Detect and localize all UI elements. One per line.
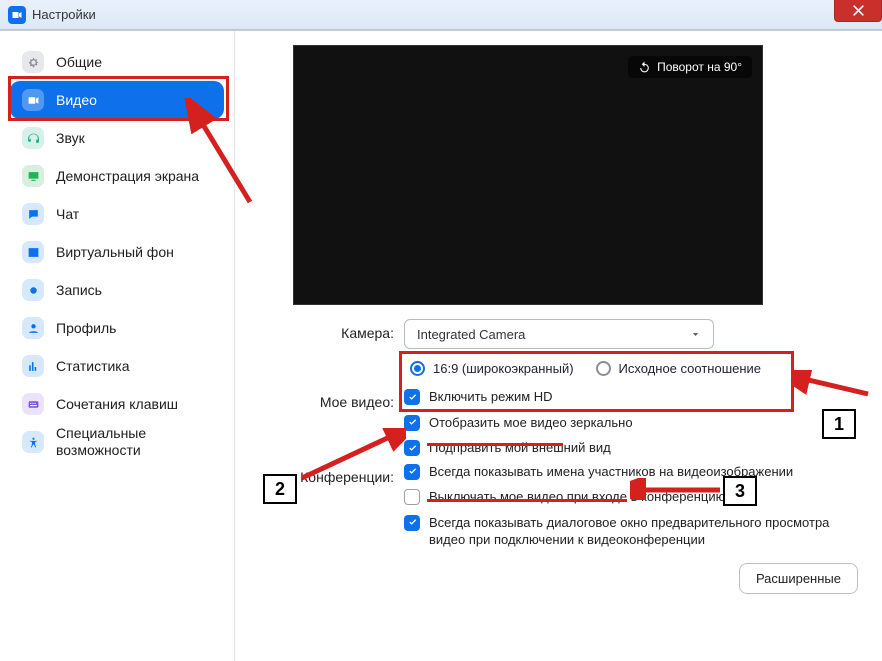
checkbox-icon: [404, 415, 420, 431]
close-button[interactable]: [834, 0, 882, 22]
sidebar-item-background[interactable]: Виртуальный фон: [10, 233, 224, 271]
background-icon: [22, 241, 44, 263]
rotate-button[interactable]: Поворот на 90°: [628, 56, 752, 78]
app-icon: [8, 6, 26, 24]
radio-16-9[interactable]: 16:9 (широкоэкранный): [410, 361, 574, 376]
sidebar-item-label: Сочетания клавиш: [56, 396, 178, 413]
checkbox-icon: [404, 489, 420, 505]
sidebar: Общие Видео Звук Демонстрация экрана Чат…: [0, 31, 235, 661]
sidebar-item-video[interactable]: Видео: [10, 81, 224, 119]
share-screen-icon: [22, 165, 44, 187]
checkbox-show-names[interactable]: Всегда показывать имена участников на ви…: [404, 463, 834, 481]
sidebar-item-stats[interactable]: Статистика: [10, 347, 224, 385]
stats-icon: [22, 355, 44, 377]
sidebar-item-label: Звук: [56, 130, 85, 147]
radio-label: 16:9 (широкоэкранный): [433, 361, 574, 376]
sidebar-item-chat[interactable]: Чат: [10, 195, 224, 233]
camera-select-value: Integrated Camera: [417, 327, 525, 342]
chevron-down-icon: [690, 329, 701, 340]
video-icon: [22, 89, 44, 111]
sidebar-item-label: Общие: [56, 54, 102, 71]
checkbox-preview-dialog[interactable]: Всегда показывать диалоговое окно предва…: [404, 514, 834, 549]
checkbox-label: Выключать мое видео при входе в конферен…: [429, 488, 725, 506]
checkbox-icon: [404, 464, 420, 480]
checkbox-icon: [404, 389, 420, 405]
checkbox-mirror[interactable]: Отобразить мое видео зеркально: [404, 414, 834, 432]
checkbox-label: Всегда показывать имена участников на ви…: [429, 463, 793, 481]
sidebar-item-general[interactable]: Общие: [10, 43, 224, 81]
checkbox-label: Подправить мой внешний вид: [429, 439, 611, 457]
checkbox-label: Всегда показывать диалоговое окно предва…: [429, 514, 834, 549]
rotate-icon: [638, 61, 651, 74]
sidebar-item-label: Демонстрация экрана: [56, 168, 199, 185]
checkbox-touchup[interactable]: Подправить мой внешний вид: [404, 439, 834, 457]
sidebar-item-label: Виртуальный фон: [56, 244, 174, 261]
checkbox-hd[interactable]: Включить режим HD: [404, 388, 834, 406]
checkbox-label: Отобразить мое видео зеркально: [429, 414, 633, 432]
checkbox-icon: [404, 440, 420, 456]
video-preview: Поворот на 90°: [293, 45, 763, 305]
profile-icon: [22, 317, 44, 339]
camera-select[interactable]: Integrated Camera: [404, 319, 714, 349]
radio-icon: [410, 361, 425, 376]
sidebar-item-share[interactable]: Демонстрация экрана: [10, 157, 224, 195]
keyboard-icon: [22, 393, 44, 415]
label-camera: Камера:: [259, 319, 394, 382]
sidebar-item-label: Чат: [56, 206, 79, 223]
label-meetings: Конференции:: [259, 463, 394, 549]
chat-icon: [22, 203, 44, 225]
content-pane: Поворот на 90° Камера: Integrated Camera…: [235, 31, 882, 661]
sidebar-item-keyboard[interactable]: Сочетания клавиш: [10, 385, 224, 423]
window-body: Общие Видео Звук Демонстрация экрана Чат…: [0, 30, 882, 661]
sidebar-item-label: Видео: [56, 92, 97, 109]
checkbox-label: Включить режим HD: [429, 388, 553, 406]
sidebar-item-label: Профиль: [56, 320, 116, 337]
gear-icon: [22, 51, 44, 73]
sidebar-item-label: Запись: [56, 282, 102, 299]
radio-icon: [596, 361, 611, 376]
sidebar-item-label: Статистика: [56, 358, 130, 375]
sidebar-item-label: Специальные возможности: [56, 425, 212, 459]
sidebar-item-profile[interactable]: Профиль: [10, 309, 224, 347]
sidebar-item-audio[interactable]: Звук: [10, 119, 224, 157]
titlebar: Настройки: [0, 0, 882, 30]
window-title: Настройки: [32, 7, 96, 22]
accessibility-icon: [22, 431, 44, 453]
label-myvideo: Мое видео:: [259, 388, 394, 457]
rotate-label: Поворот на 90°: [657, 60, 742, 74]
sidebar-item-record[interactable]: Запись: [10, 271, 224, 309]
radio-original[interactable]: Исходное соотношение: [596, 361, 762, 376]
headphones-icon: [22, 127, 44, 149]
sidebar-item-accessibility[interactable]: Специальные возможности: [10, 423, 224, 461]
aspect-ratio-group: 16:9 (широкоэкранный) Исходное соотношен…: [404, 357, 858, 382]
advanced-button[interactable]: Расширенные: [739, 563, 858, 594]
radio-label: Исходное соотношение: [619, 361, 762, 376]
checkbox-mute-video[interactable]: Выключать мое видео при входе в конферен…: [404, 488, 834, 506]
checkbox-icon: [404, 515, 420, 531]
record-icon: [22, 279, 44, 301]
